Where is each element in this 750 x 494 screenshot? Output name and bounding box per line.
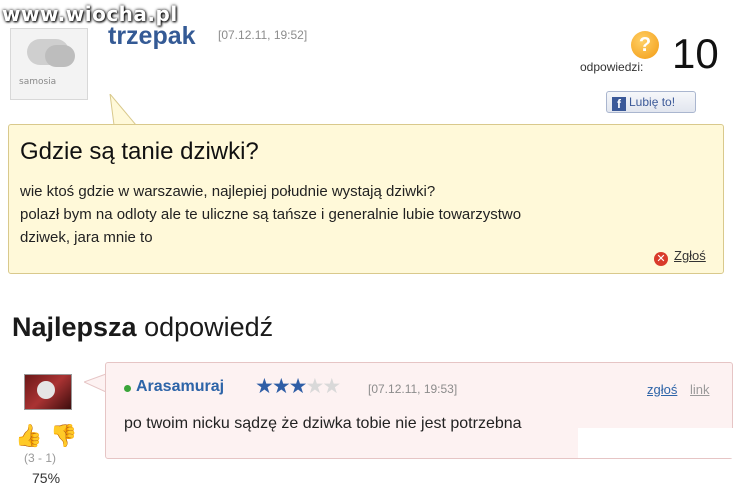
question-title: Gdzie są tanie dziwki? — [20, 138, 259, 165]
like-label: Lubię to! — [629, 95, 676, 109]
report-icon: ✕ — [654, 252, 668, 266]
report-label: Zgłoś — [674, 248, 706, 263]
star-filled-icon: ★ — [288, 375, 308, 398]
torn-edge — [578, 428, 738, 458]
star-filled-icon: ★ — [271, 375, 291, 398]
best-answer-heading-rest: odpowiedź — [144, 312, 274, 342]
asker-avatar[interactable]: samosia — [10, 28, 88, 100]
question-date: [07.12.11, 19:52] — [218, 28, 308, 42]
best-answer-heading: Najlepsza odpowiedź — [12, 312, 273, 343]
thumbs-up-icon[interactable]: 👍 — [15, 423, 42, 449]
avatar-flower — [37, 381, 55, 399]
star-filled-icon: ★ — [255, 375, 274, 398]
answerer-name[interactable]: Arasamuraj — [136, 378, 224, 396]
vote-percent: 75% — [32, 470, 61, 486]
like-button[interactable]: f Lubię to! — [606, 91, 696, 113]
question-mark-icon: ? — [631, 31, 659, 59]
vote-count: (3 - 1) — [24, 451, 57, 465]
question-box-tail — [109, 94, 138, 126]
thumbs-down-icon[interactable]: 👎 — [50, 423, 77, 449]
report-question-link[interactable]: ✕ Zgłoś — [654, 248, 706, 266]
facebook-icon: f — [612, 97, 626, 111]
star-empty-icon: ★ — [305, 375, 324, 398]
answer-date: [07.12.11, 19:53] — [368, 382, 458, 396]
report-answer-link[interactable]: zgłoś — [647, 382, 677, 397]
avatar-speech-bubble-2 — [45, 45, 75, 67]
online-status-icon — [124, 385, 131, 392]
asker-name[interactable]: trzepak — [108, 22, 196, 51]
best-answer-heading-bold: Najlepsza — [12, 312, 137, 342]
answer-permalink[interactable]: link — [690, 382, 710, 397]
answer-text: po twoim nicku sądzę że dziwka tobie nie… — [124, 415, 522, 432]
question-body-line: wie ktoś gdzie w warszawie, najlepiej po… — [20, 183, 436, 200]
question-body: wie ktoś gdzie w warszawie, najlepiej po… — [20, 180, 690, 249]
question-body-line: dziwek, jara mnie to — [20, 229, 153, 246]
avatar-site-label: samosia — [19, 77, 57, 87]
answerer-avatar[interactable] — [24, 374, 72, 410]
answers-count: 10 — [672, 30, 719, 77]
answers-label: odpowiedzi: — [580, 60, 644, 74]
question-body-line: polazł bym na odloty ale te uliczne są t… — [20, 206, 522, 223]
star-empty-icon: ★ — [322, 375, 341, 398]
rating-stars: ★★★★★ — [255, 374, 341, 399]
